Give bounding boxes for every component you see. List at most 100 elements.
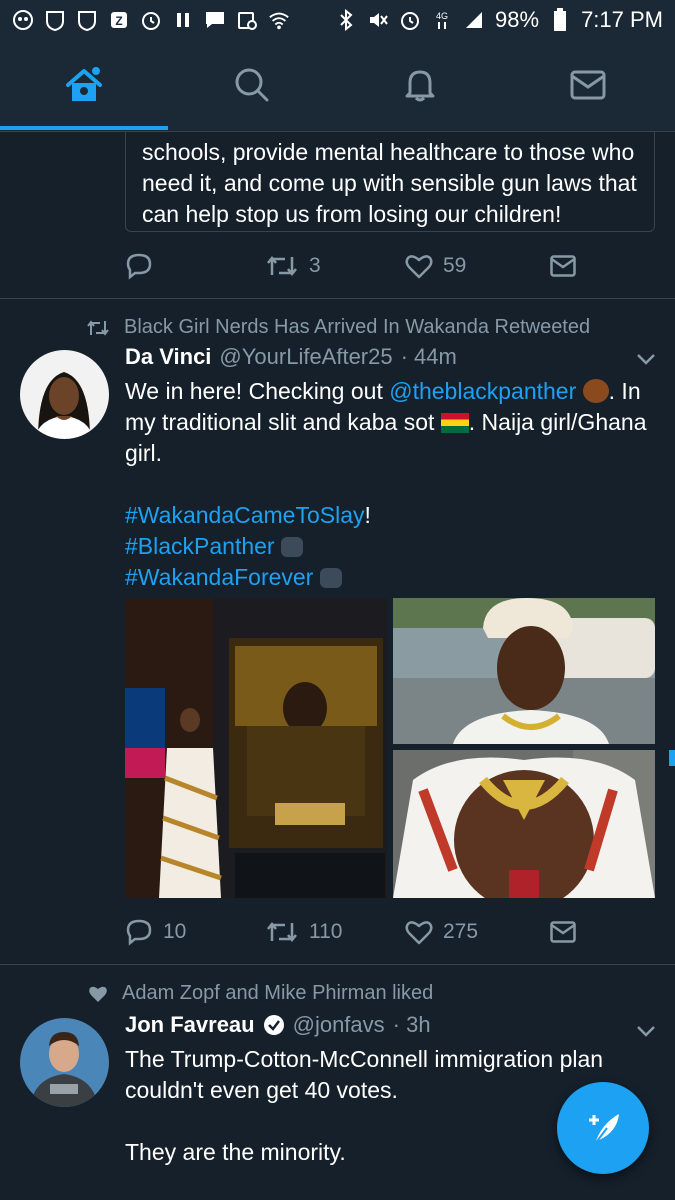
author-name[interactable]: Da Vinci	[125, 344, 211, 370]
calendar-icon	[236, 9, 258, 31]
avatar[interactable]	[20, 350, 109, 439]
pause-icon	[172, 9, 194, 31]
verified-badge-icon	[263, 1014, 285, 1036]
tab-messages[interactable]	[504, 40, 672, 130]
emoji-panther	[582, 379, 609, 403]
tab-search[interactable]	[168, 40, 336, 130]
alarm-clock-icon	[140, 9, 162, 31]
bell-icon	[405, 70, 435, 102]
nhl-icon	[44, 9, 66, 31]
dm-share-button[interactable]	[550, 255, 576, 277]
top-nav-bar	[0, 40, 675, 132]
like-button[interactable]: 275	[405, 919, 550, 945]
reply-button[interactable]	[125, 252, 265, 280]
signal-icon	[463, 9, 485, 31]
retweet-count: 110	[309, 920, 343, 943]
battery-icon	[549, 8, 571, 31]
ghana-flag-icon	[440, 413, 469, 433]
status-icons-left: Z	[12, 9, 290, 31]
svg-text:4G: 4G	[436, 11, 448, 21]
tweet-header: Jon Favreau @jonfavs · 3h	[125, 1012, 431, 1038]
chevron-down-icon	[637, 354, 655, 365]
retweet-context[interactable]: Black Girl Nerds Has Arrived In Wakanda …	[86, 316, 590, 339]
alarm-icon	[399, 9, 421, 31]
status-time: 7:17 PM	[581, 7, 663, 32]
svg-text:Z: Z	[115, 14, 122, 28]
tweet-text-line: The Trump-Cotton-McConnell immigration p…	[125, 1046, 604, 1072]
tweet-actions: 3 59	[125, 246, 605, 286]
tweet-time: · 3h	[392, 1012, 431, 1037]
tweet-text-part: !	[364, 502, 371, 528]
retweet-icon	[267, 921, 297, 943]
tweet-text: We in here! Checking out @theblackpanthe…	[125, 376, 660, 593]
mail-icon	[550, 921, 576, 943]
mention-link[interactable]: @theblackpanther	[389, 378, 576, 404]
panther-emoji-icon	[319, 568, 342, 588]
retweet-count: 3	[309, 254, 321, 277]
bluetooth-icon	[335, 9, 357, 31]
tab-home[interactable]	[0, 40, 168, 130]
like-context[interactable]: Adam Zopf and Mike Phirman liked	[88, 982, 433, 1005]
media-photo-poster[interactable]	[125, 598, 387, 898]
lte-icon: 4G	[431, 9, 453, 31]
quoted-tweet[interactable]: schools, provide mental healthcare to th…	[125, 132, 655, 232]
compose-tweet-button[interactable]	[557, 1082, 649, 1174]
retweet-button[interactable]: 3	[265, 253, 405, 279]
like-context-text: Adam Zopf and Mike Phirman liked	[122, 982, 434, 1004]
chat-icon	[204, 9, 226, 31]
tweet-time: · 44m	[400, 344, 457, 369]
author-name[interactable]: Jon Favreau	[125, 1012, 255, 1038]
hashtag-link[interactable]: #WakandaForever	[125, 564, 313, 590]
tweet-header: Da Vinci @YourLifeAfter25 · 44m	[125, 344, 457, 370]
heart-icon	[405, 921, 433, 945]
nhl-icon-2	[76, 9, 98, 31]
dm-share-button[interactable]	[550, 921, 576, 943]
author-handle[interactable]: @YourLifeAfter25	[219, 344, 392, 370]
hashtag-line: #WakandaForever	[125, 562, 660, 593]
heart-icon	[405, 255, 433, 279]
quoted-tweet-line: need it, and come up with sensible gun l…	[142, 170, 637, 196]
author-handle[interactable]: @jonfavs	[293, 1012, 385, 1038]
like-count: 275	[443, 920, 479, 943]
media-photo-portrait[interactable]	[393, 598, 655, 744]
tweet-text-part: We in here! Checking out	[125, 378, 390, 404]
chevron-down-icon	[637, 1026, 655, 1037]
avatar[interactable]	[20, 1018, 109, 1107]
retweet-icon	[267, 255, 297, 277]
mail-icon	[550, 255, 576, 277]
scrollbar-thumb[interactable]	[669, 750, 675, 766]
tweet-media-grid	[125, 598, 655, 898]
hashtag-link[interactable]: #BlackPanther	[125, 533, 275, 559]
hashtag-link[interactable]: #WakandaCameToSlay	[125, 502, 365, 528]
retweet-button[interactable]: 110	[265, 919, 405, 945]
quoted-tweet-line: schools, provide mental healthcare to th…	[142, 139, 635, 165]
app-notification-icon	[12, 9, 34, 31]
mute-icon	[367, 9, 389, 31]
retweet-context-text: Black Girl Nerds Has Arrived In Wakanda …	[124, 316, 591, 338]
reply-button[interactable]: 10	[125, 918, 265, 946]
reply-count: 10	[163, 920, 187, 943]
tweet-menu-button[interactable]	[636, 1024, 656, 1043]
hashtag-line: #BlackPanther	[125, 531, 660, 562]
reply-icon	[126, 919, 152, 946]
media-photo-closeup[interactable]	[393, 750, 655, 898]
compose-feather-icon	[589, 1114, 619, 1145]
timeline[interactable]: schools, provide mental healthcare to th…	[0, 132, 675, 1200]
tweet-actions: 10 110 275	[125, 912, 605, 952]
active-tab-indicator	[0, 126, 168, 130]
status-bar: Z 4G 98% 7:17 PM	[0, 0, 675, 40]
tweet-divider	[0, 298, 675, 299]
battery-percent: 98%	[495, 7, 540, 32]
home-icon	[66, 67, 102, 101]
tab-notifications[interactable]	[336, 40, 504, 130]
tweet-menu-button[interactable]	[636, 352, 656, 371]
quoted-tweet-line: can help stop us from losing our childre…	[142, 201, 562, 227]
wifi-icon	[268, 9, 290, 31]
like-count: 59	[443, 254, 467, 277]
like-button[interactable]: 59	[405, 253, 550, 279]
retweet-icon	[87, 319, 109, 336]
panther-emoji-icon	[280, 537, 303, 557]
search-icon	[235, 68, 269, 102]
alarm-app-icon: Z	[108, 9, 130, 31]
reply-icon	[126, 253, 152, 280]
